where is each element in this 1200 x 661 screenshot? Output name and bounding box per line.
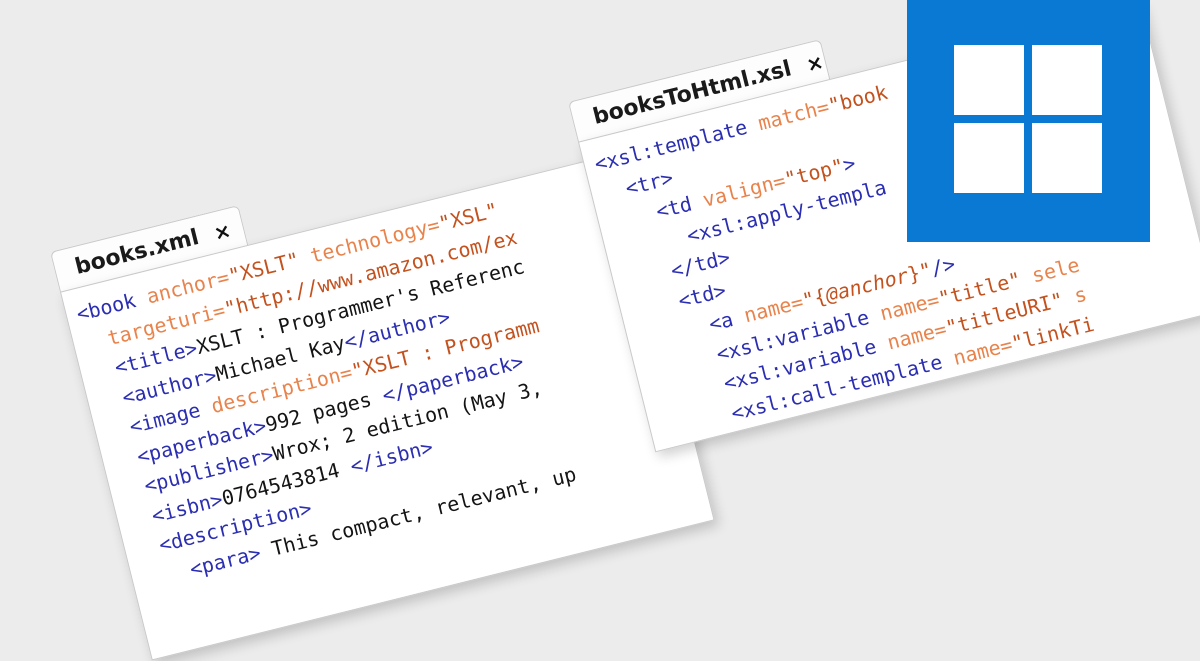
code-token: /> [928,251,958,281]
modified-dot-icon [66,264,70,275]
saved-dot-icon [584,114,588,125]
windows-logo-pane [1032,45,1102,115]
windows-logo-pane [954,123,1024,193]
windows-logo-pane [1032,123,1102,193]
close-icon[interactable]: × [196,218,233,249]
windows-badge [907,0,1150,242]
windows-logo-pane [954,45,1024,115]
close-icon[interactable]: × [788,49,826,80]
